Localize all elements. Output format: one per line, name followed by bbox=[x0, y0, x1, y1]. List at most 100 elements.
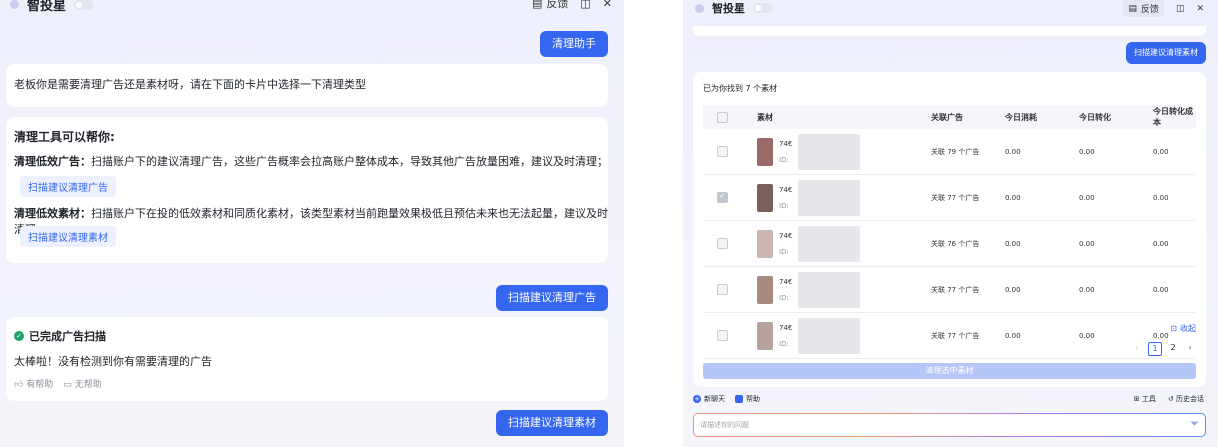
chat-input[interactable]: 请描述你的问题 ⏷ bbox=[694, 414, 1205, 436]
chat-actions-right: ⊞ 工具 ↺ 历史会话 bbox=[1134, 394, 1204, 404]
material-id-label: ID: bbox=[779, 339, 789, 348]
page-2[interactable]: 2 bbox=[1167, 342, 1179, 354]
material-id-prefix: 74€ bbox=[779, 323, 793, 332]
select-all-checkbox[interactable] bbox=[717, 111, 728, 123]
page-1[interactable]: 1 bbox=[1148, 342, 1162, 356]
row-checkbox[interactable] bbox=[717, 284, 728, 295]
tools-label: 工具 bbox=[1141, 395, 1156, 403]
scan-result-text: 太棒啦！没有检测到你有需要清理的广告 bbox=[14, 355, 212, 368]
today-conv: 0.00 bbox=[1078, 174, 1152, 221]
today-cpa: 0.00 bbox=[1152, 129, 1196, 175]
user-message: 扫描建议清理素材 bbox=[1126, 42, 1206, 64]
thumbs-up-icon: 👍︎ bbox=[14, 380, 24, 390]
comment-icon: ▭ bbox=[63, 380, 72, 390]
assistant-message: 老板你是需要清理广告还是素材呀，请在下面的卡片中选择一下清理类型 bbox=[6, 64, 608, 107]
column-header: 素材 bbox=[756, 105, 930, 129]
new-chat-label: 新聊天 bbox=[704, 395, 725, 403]
material-id-label: ID: bbox=[779, 155, 789, 164]
help-label: 帮助 bbox=[746, 395, 760, 403]
unhelpful-label: 无帮助 bbox=[74, 380, 102, 390]
mode-toggle[interactable] bbox=[753, 3, 773, 13]
app-title: 智投星 bbox=[712, 2, 745, 15]
feedback-icon: ▤ bbox=[1128, 3, 1137, 14]
material-id-prefix: 74€ bbox=[779, 231, 793, 240]
previous-message-edge bbox=[693, 26, 1206, 36]
material-id-label: ID: bbox=[779, 201, 789, 210]
feedback-icon: ▤ bbox=[531, 0, 543, 10]
layout-icon[interactable]: ◫ bbox=[1176, 4, 1185, 14]
brand: 智投星 bbox=[10, 0, 95, 14]
collapse-button[interactable]: ⊡ 收起 bbox=[1170, 323, 1196, 334]
unhelpful-button[interactable]: ▭ 无帮助 bbox=[63, 377, 101, 390]
help-icon bbox=[735, 395, 743, 403]
tool-card-title: 清理工具可以帮你: bbox=[14, 130, 115, 144]
table-row[interactable]: 74€ ID: 关联 79 个广告 0.00 0.00 0.00 bbox=[703, 129, 1196, 175]
grid-icon: ⊞ bbox=[1133, 395, 1140, 403]
send-icon[interactable]: ⏷ bbox=[1190, 417, 1199, 431]
helpful-label: 有帮助 bbox=[26, 380, 54, 390]
row-checkbox[interactable] bbox=[717, 146, 728, 157]
left-topbar: 智投星 ▤ 反馈 ◫ ✕ bbox=[0, 0, 624, 18]
right-chat-panel: 助中心-e11 智投星 ▤ 反馈 ◫ ✕ 扫描建议清理素材 已为你找到 7 个素… bbox=[683, 0, 1218, 447]
material-thumbnail bbox=[757, 321, 773, 350]
today-cost: 0.00 bbox=[1004, 220, 1078, 267]
check-circle-icon: ✓ bbox=[14, 331, 24, 341]
table-row[interactable]: 74€ID: 关联 77 个广告 0.00 0.00 0.00 bbox=[703, 312, 1196, 359]
brand: 智投星 bbox=[695, 0, 773, 16]
today-cost: 0.00 bbox=[1004, 312, 1078, 359]
row-checkbox[interactable] bbox=[717, 192, 728, 203]
next-page-icon[interactable]: › bbox=[1184, 342, 1196, 354]
chat-input-frame: 请描述你的问题 ⏷ bbox=[693, 413, 1206, 437]
material-id-label: ID: bbox=[779, 293, 789, 302]
collapse-label: 收起 bbox=[1180, 324, 1196, 333]
history-icon: ↺ bbox=[1167, 395, 1174, 403]
feedback-row: 👍︎ 有帮助 ▭ 无帮助 bbox=[14, 377, 102, 390]
scan-ads-chip[interactable]: 扫描建议清理广告 bbox=[20, 176, 116, 197]
feedback-label: 反馈 bbox=[1140, 5, 1159, 15]
today-cpa: 0.00 bbox=[1152, 220, 1196, 267]
layout-icon[interactable]: ◫ bbox=[580, 0, 590, 10]
helpful-button[interactable]: 👍︎ 有帮助 bbox=[14, 377, 53, 390]
cleanup-tool-card: 清理工具可以帮你: 清理低效广告：扫描账户下的建议清理广告，这些广告概率会拉高账… bbox=[6, 117, 608, 263]
new-chat-button[interactable]: + 新聊天 bbox=[693, 394, 725, 404]
close-icon[interactable]: ✕ bbox=[1196, 4, 1204, 14]
today-cpa: 0.00 bbox=[1152, 174, 1196, 221]
column-header: 关联广告 bbox=[930, 105, 1004, 129]
mode-toggle[interactable] bbox=[74, 0, 95, 10]
table-row[interactable]: 74€ID: 关联 77 个广告 0.00 0.00 0.00 bbox=[703, 266, 1196, 313]
table-row[interactable]: 74€ ID: 关联 76 个广告 0.00 0.00 0.00 bbox=[703, 220, 1196, 267]
row-checkbox[interactable] bbox=[717, 238, 728, 249]
material-id-label: ID: bbox=[779, 247, 789, 256]
material-cleanup-label: 清理低效素材： bbox=[14, 207, 91, 220]
app-logo-icon bbox=[695, 3, 704, 13]
chat-actions-left: + 新聊天 帮助 bbox=[693, 394, 760, 404]
today-cost: 0.00 bbox=[1004, 129, 1078, 175]
prev-page-icon[interactable]: ‹ bbox=[1131, 342, 1143, 354]
today-cpa: 0.00 bbox=[1152, 266, 1196, 313]
clean-selected-button[interactable]: 清理选中素材 bbox=[703, 363, 1196, 379]
assoc-ads: 关联 77 个广告 bbox=[930, 174, 1004, 221]
material-thumbnail bbox=[757, 137, 773, 166]
today-conv: 0.00 bbox=[1078, 129, 1152, 175]
user-message: 扫描建议清理广告 bbox=[496, 285, 608, 311]
feedback-button[interactable]: ▤ 反馈 bbox=[532, 0, 568, 11]
materials-result-card: 已为你找到 7 个素材 素材 关联广告 今日消耗 今日转化 今日转化成本 74€… bbox=[693, 72, 1206, 387]
scan-materials-chip[interactable]: 扫描建议清理素材 bbox=[20, 226, 116, 247]
tools-button[interactable]: ⊞ 工具 bbox=[1134, 394, 1156, 404]
help-button[interactable]: 帮助 bbox=[735, 394, 760, 404]
history-button[interactable]: ↺ 历史会话 bbox=[1168, 394, 1204, 404]
today-conv: 0.00 bbox=[1078, 266, 1152, 313]
material-id-prefix: 74€ bbox=[779, 185, 793, 194]
user-message: 扫描建议清理素材 bbox=[496, 410, 608, 436]
close-icon[interactable]: ✕ bbox=[603, 0, 612, 10]
feedback-button[interactable]: ▤ 反馈 bbox=[1123, 0, 1164, 17]
app-logo-icon bbox=[10, 0, 19, 9]
scan-status-text: 已完成广告扫描 bbox=[29, 330, 106, 343]
right-topbar: 智投星 ▤ 反馈 ◫ ✕ bbox=[683, 0, 1218, 18]
assistant-message-text: 老板你是需要清理广告还是素材呀，请在下面的卡片中选择一下清理类型 bbox=[14, 78, 366, 91]
ad-cleanup-desc: 清理低效广告：扫描账户下的建议清理广告，这些广告概率会拉高账户整体成本，导致其他… bbox=[14, 153, 608, 169]
row-checkbox[interactable] bbox=[717, 330, 728, 341]
table-row[interactable]: 74€ID: 关联 77 个广告 0.00 0.00 0.00 bbox=[703, 174, 1196, 221]
column-header: 今日消耗 bbox=[1004, 105, 1078, 129]
ad-cleanup-text: 扫描账户下的建议清理广告，这些广告概率会拉高账户整体成本，导致其他广告放量困难，… bbox=[91, 155, 608, 168]
